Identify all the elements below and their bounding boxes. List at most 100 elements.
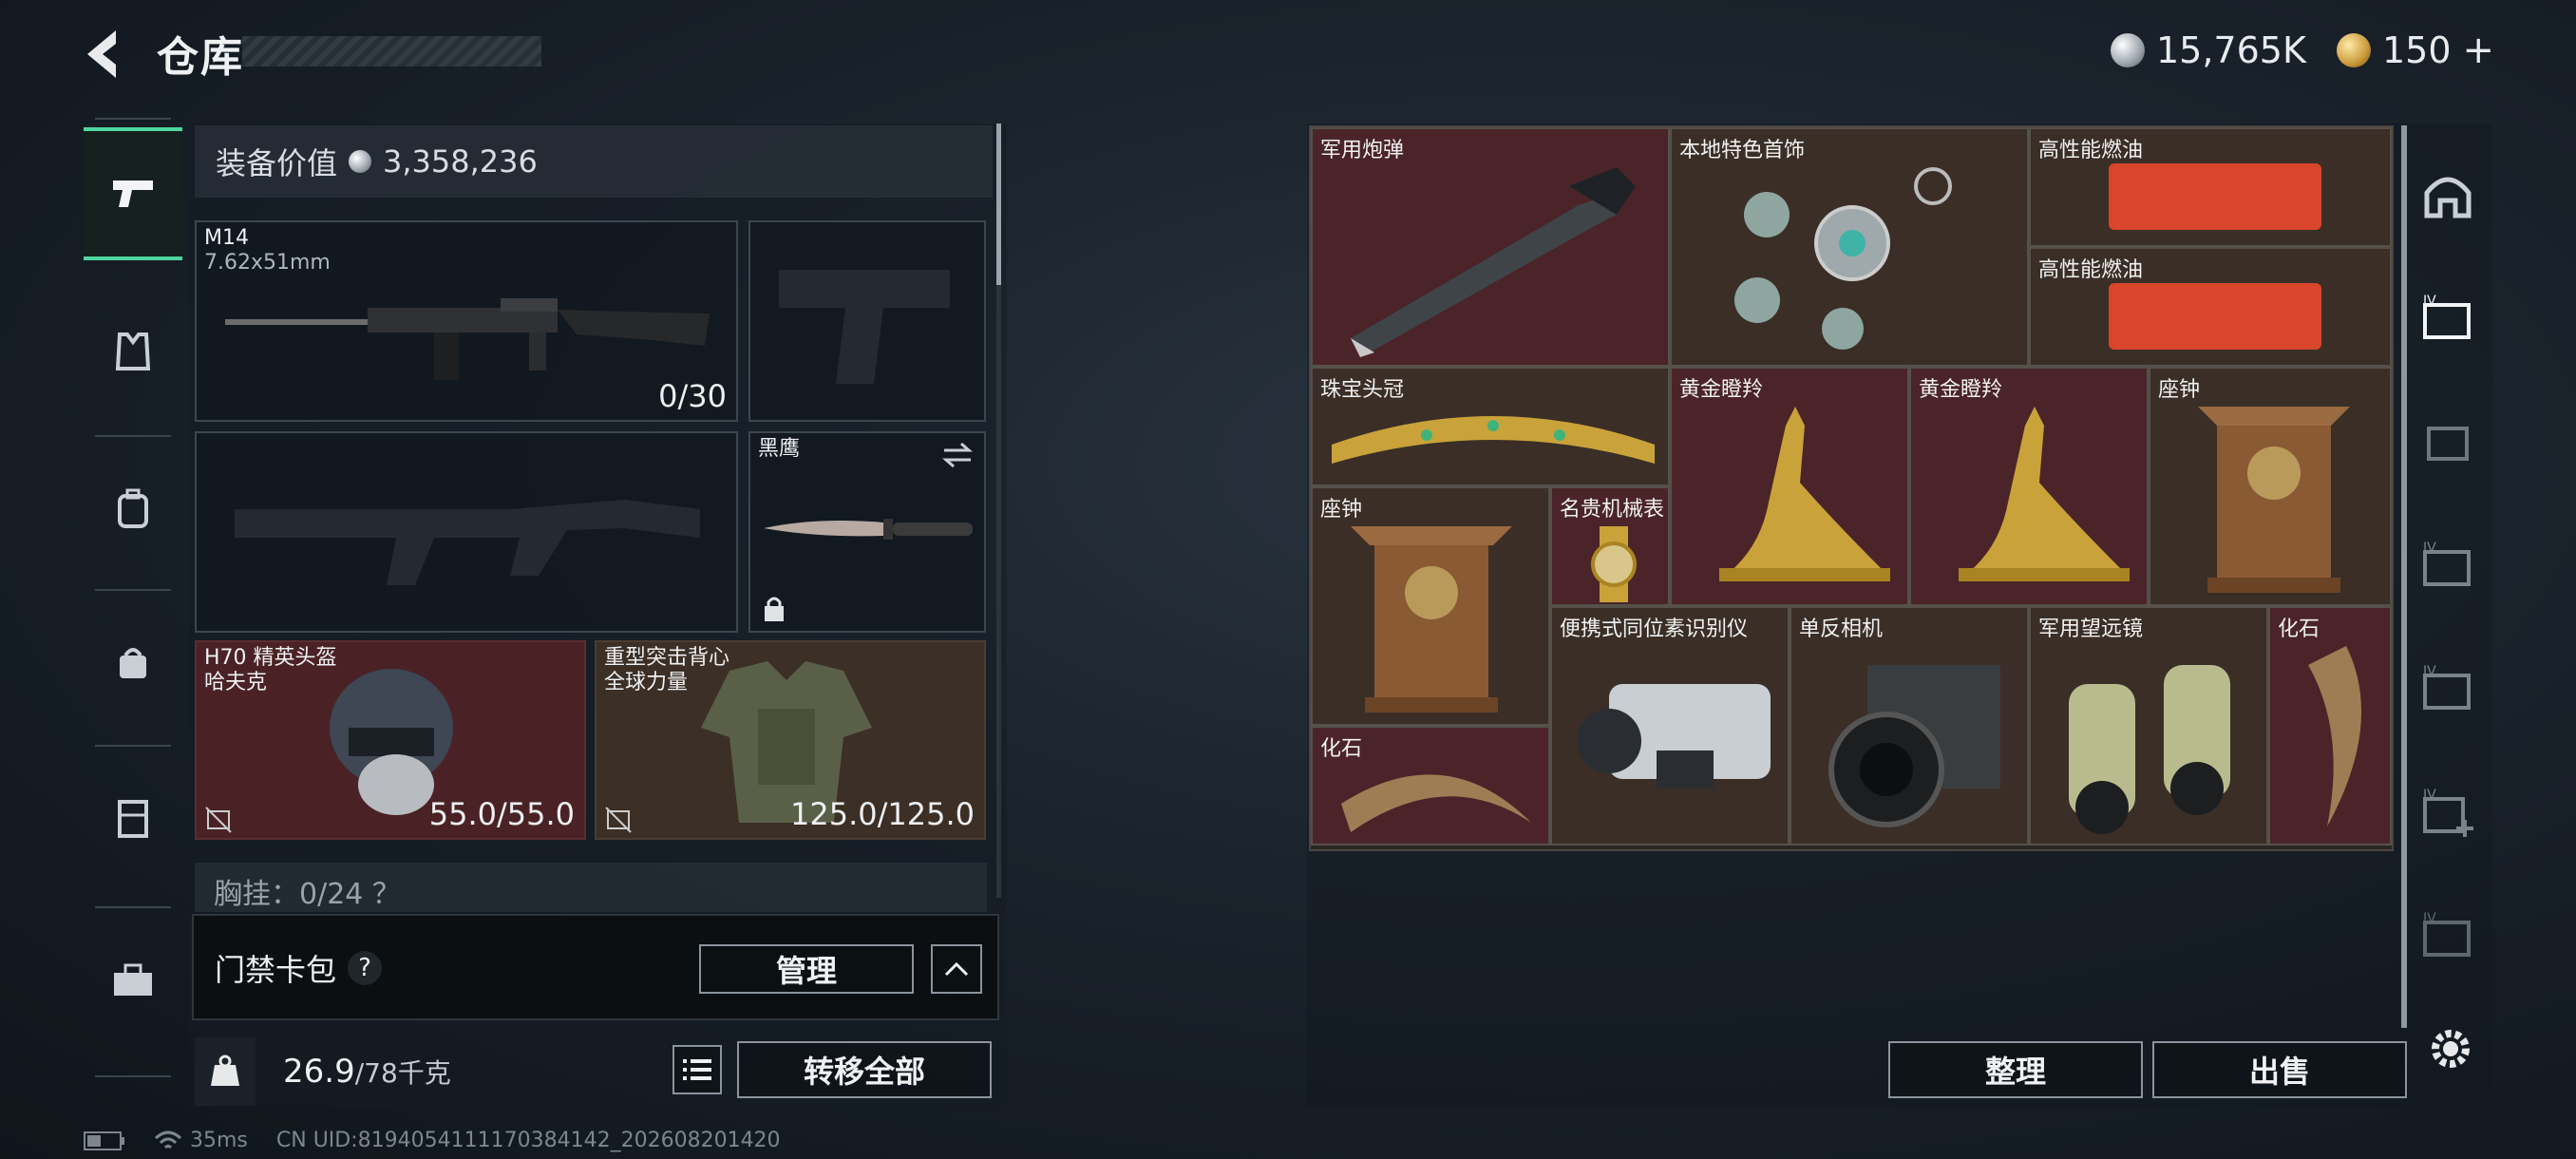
fossil-image (1341, 774, 1531, 832)
primary-weapon-slot[interactable]: M14 7.62x51mm 0/30 (195, 220, 738, 422)
stash-item[interactable]: 高性能燃油 (2029, 127, 2392, 247)
helmet-slot[interactable]: H70 精英头盔 哈夫克 55.0/55.0 (195, 640, 586, 840)
melee-slot[interactable]: 黑鹰 (748, 431, 986, 633)
vest-icon (115, 332, 151, 370)
stash-item[interactable]: 高性能燃油 (2029, 247, 2392, 367)
nav-toolbox[interactable] (84, 914, 182, 1047)
gear-icon (2432, 1030, 2470, 1068)
stash-item[interactable]: 便携式同位素识别仪 (1550, 606, 1790, 846)
storage-box-icon: IV (2423, 294, 2471, 339)
dslr-camera-image (1828, 665, 2000, 827)
isotope-detector-image (1577, 684, 1771, 788)
nav-armor[interactable] (84, 285, 182, 418)
item-label: 单反相机 (1799, 618, 1884, 641)
weight-display: 26.9/78千克 (283, 1053, 451, 1091)
stash-item[interactable]: 单反相机 (1790, 606, 2029, 846)
item-label: 黄金瞪羚 (1919, 378, 2003, 402)
silver-coin-icon (2111, 33, 2145, 67)
ammo-count: 0/30 (658, 378, 727, 414)
gold-coin-icon (2337, 33, 2371, 67)
helmet-durability: 55.0/55.0 (428, 796, 575, 832)
sort-button[interactable]: 整理 (1888, 1041, 2143, 1098)
sidearm-slot[interactable] (748, 220, 986, 422)
tiara-image (1332, 416, 1655, 464)
list-view-button[interactable] (672, 1045, 722, 1094)
secondary-weapon-slot[interactable] (195, 431, 738, 633)
add-storage-icon: IV (2423, 788, 2473, 837)
title-decoration (242, 36, 541, 66)
pouch-icon (120, 648, 146, 678)
gold-currency[interactable]: 150 + (2337, 27, 2494, 74)
storage-folder-icon (2427, 427, 2469, 461)
stash-item[interactable]: 化石 (2268, 606, 2392, 846)
item-label: 便携式同位素识别仪 (1560, 618, 1749, 641)
pistol-icon (113, 180, 153, 207)
tab-stash-c[interactable]: IV (2415, 902, 2481, 969)
binoculars-image (2069, 665, 2230, 834)
jewelry-image (1734, 167, 1952, 350)
helmet-brand: 哈夫克 (204, 671, 268, 694)
chest-rig-row[interactable]: 胸挂：0/24 ？ (195, 863, 987, 912)
nav-pouch[interactable] (84, 597, 182, 730)
no-insure-icon (605, 807, 632, 833)
svg-text:IV: IV (2423, 911, 2436, 926)
armor-durability: 125.0/125.0 (790, 796, 975, 832)
svg-text:IV: IV (2423, 294, 2436, 309)
weight-current: 26.9 (283, 1053, 355, 1091)
tab-all-stash[interactable] (2415, 162, 2481, 228)
weight-icon-box (195, 1037, 256, 1106)
nav-backpack[interactable] (84, 443, 182, 576)
armor-slot[interactable]: 重型突击背心 全球力量 125.0/125.0 (595, 640, 986, 840)
stash-item[interactable]: 名贵机械表 (1550, 486, 1670, 606)
add-currency-icon[interactable]: + (2463, 28, 2495, 72)
tab-stash-b[interactable]: IV (2415, 656, 2481, 722)
equipment-value-bar: 装备价值 3,358,236 (195, 125, 993, 198)
stash-item[interactable]: 座钟 (1311, 486, 1550, 726)
swap-icon[interactable] (940, 441, 975, 469)
item-label: 高性能燃油 (2038, 258, 2144, 282)
keycard-bar: 门禁卡包 ? 管理 (192, 914, 999, 1020)
stash-item[interactable]: 军用炮弹 (1311, 127, 1670, 367)
svg-text:IV: IV (2423, 541, 2436, 556)
vault-icon (2424, 177, 2472, 218)
tab-add-stash[interactable]: IV (2415, 779, 2481, 846)
toolbox-icon (114, 963, 152, 996)
nav-weapons[interactable] (84, 127, 182, 260)
svg-text:IV: IV (2423, 788, 2436, 803)
table-clock-image (2198, 407, 2350, 593)
golden-gazelle-image (1719, 407, 1890, 581)
tab-stash-4-active[interactable]: IV (2415, 285, 2481, 352)
back-button[interactable] (76, 21, 133, 87)
backpack-icon (118, 488, 148, 528)
settings-button[interactable] (2424, 1022, 2481, 1079)
equipment-value: 3,358,236 (383, 143, 538, 180)
ping-value: 35ms (190, 1129, 248, 1152)
page-title: 仓库 (157, 33, 244, 82)
tab-stash-folder[interactable] (2415, 408, 2481, 475)
battery-icon (84, 1130, 124, 1150)
nav-container[interactable] (84, 752, 182, 885)
fuel-can-image (2109, 163, 2321, 230)
status-bar: 35ms CN UID:8194054111170384142_20260820… (84, 1129, 781, 1152)
list-icon (683, 1059, 711, 1080)
fuel-can-image (2109, 283, 2321, 350)
stash-item[interactable]: 本地特色首饰 (1670, 127, 2029, 367)
missile-image (1351, 167, 1636, 357)
stash-item[interactable]: 军用望远镜 (2029, 606, 2268, 846)
transfer-all-button[interactable]: 转移全部 (737, 1041, 992, 1098)
stash-item[interactable]: 化石 (1311, 726, 1550, 846)
left-scroll-thumb[interactable] (996, 124, 1001, 285)
keycard-label: 门禁卡包 (215, 952, 337, 988)
manage-button[interactable]: 管理 (699, 944, 914, 994)
stash-item[interactable]: 黄金瞪羚 (1909, 367, 2149, 606)
stash-item[interactable]: 珠宝头冠 (1311, 367, 1670, 486)
tab-stash-a[interactable]: IV (2415, 532, 2481, 598)
help-icon[interactable]: ? (348, 951, 383, 985)
fossil-image (2308, 646, 2361, 826)
stash-item[interactable]: 黄金瞪羚 (1670, 367, 1909, 606)
back-arrow-icon (87, 30, 116, 78)
stash-item[interactable]: 座钟 (2149, 367, 2392, 606)
sell-button[interactable]: 出售 (2152, 1041, 2407, 1098)
gold-amount: 150 (2382, 29, 2452, 71)
expand-button[interactable] (931, 944, 982, 994)
